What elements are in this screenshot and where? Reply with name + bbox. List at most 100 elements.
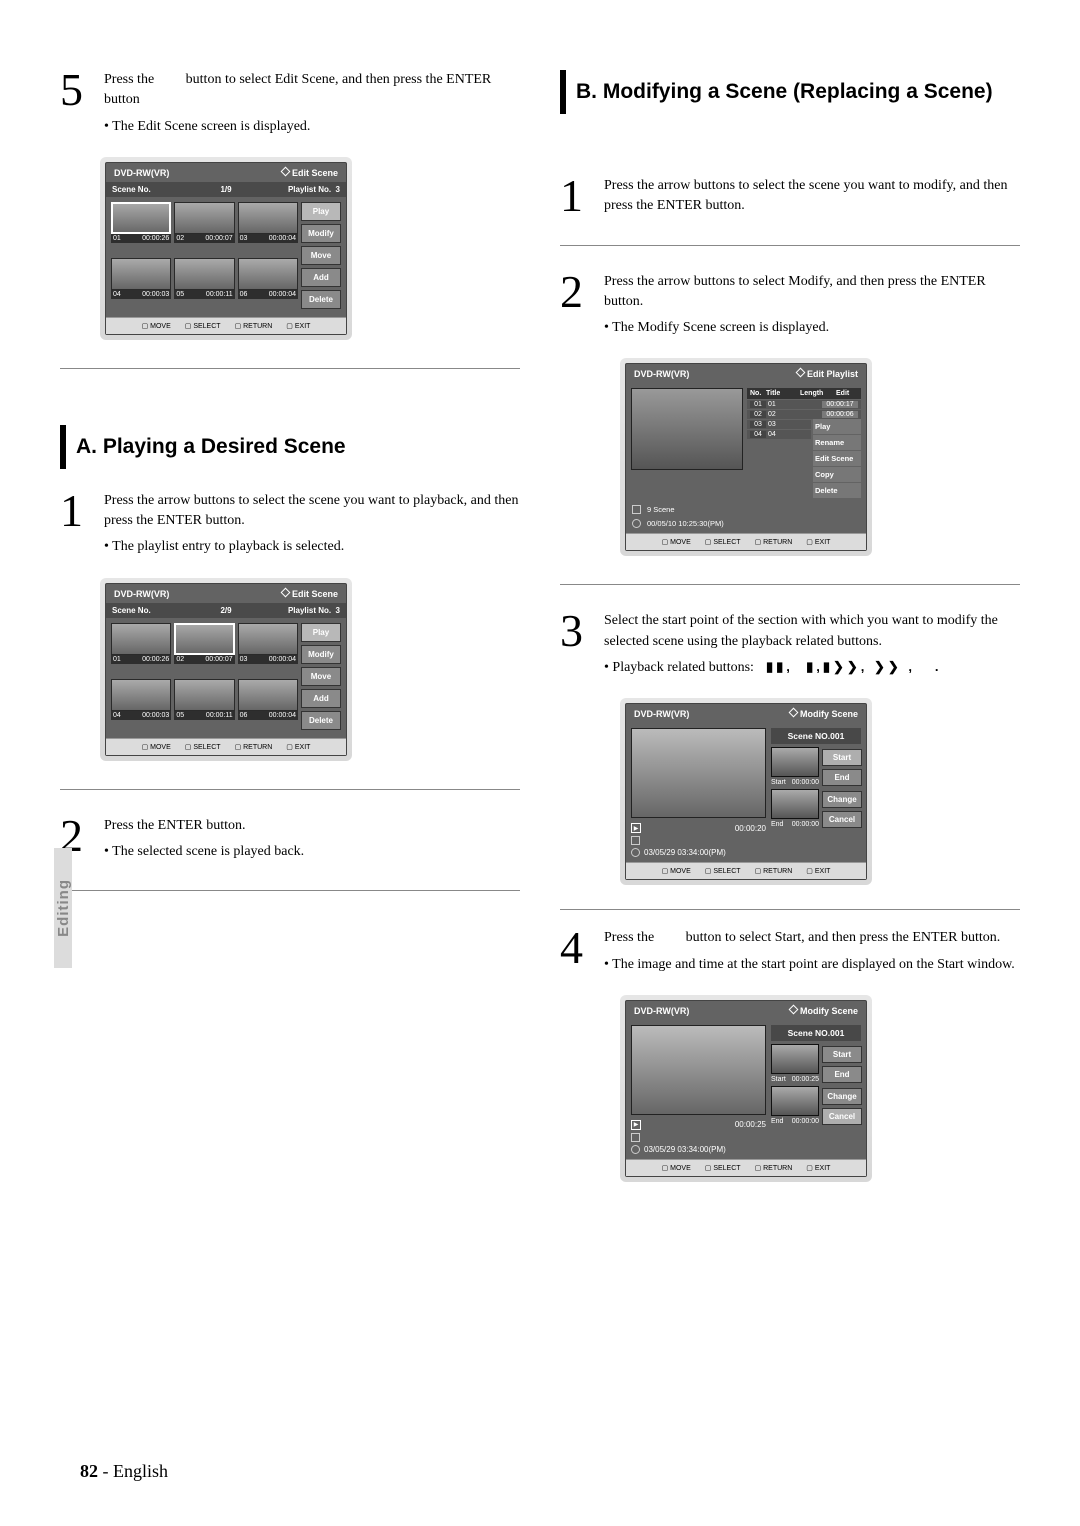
menu-rename[interactable]: Rename: [813, 435, 861, 450]
change-button[interactable]: Change: [822, 1088, 862, 1105]
list-item[interactable]: 0303: [747, 420, 811, 429]
divider: [560, 584, 1020, 585]
change-button[interactable]: Change: [822, 791, 862, 808]
page-number: 82: [80, 1461, 98, 1481]
scene-thumb[interactable]: [174, 258, 234, 290]
section-b-heading: B. Modifying a Scene (Replacing a Scene): [560, 70, 1020, 114]
diamond-icon: [789, 1005, 799, 1015]
screen-title: Edit Scene: [292, 589, 338, 599]
step-number: 4: [560, 928, 590, 975]
heading-bar-icon: [560, 70, 566, 114]
add-button[interactable]: Add: [301, 689, 341, 708]
play-icon: ▶: [631, 823, 641, 833]
modify-button[interactable]: Modify: [301, 645, 341, 664]
page-language: English: [113, 1461, 168, 1481]
modify-scene-screen-1: DVD-RW(VR) Modify Scene ▶00:00:20 03/05/…: [620, 698, 872, 885]
footer-move: MOVE: [142, 322, 171, 330]
list-item[interactable]: 010100:00:17: [747, 400, 861, 409]
scene-counter: 2/9: [206, 606, 246, 615]
preview-image: [631, 1025, 766, 1115]
start-button[interactable]: Start: [822, 749, 862, 766]
divider: [560, 909, 1020, 910]
clock-icon: [631, 848, 640, 857]
delete-button[interactable]: Delete: [301, 711, 341, 730]
preview-image: [631, 388, 743, 470]
play-button[interactable]: Play: [301, 623, 341, 642]
step-1a: 1 Press the arrow buttons to select the …: [60, 491, 520, 558]
scene-no-label: Scene No.: [112, 185, 206, 194]
right-column: B. Modifying a Scene (Replacing a Scene)…: [560, 70, 1020, 1192]
end-thumb: [771, 789, 819, 819]
modify-scene-screen-2: DVD-RW(VR) Modify Scene ▶00:00:25 03/05/…: [620, 995, 872, 1182]
menu-play[interactable]: Play: [813, 419, 861, 434]
scene-thumb[interactable]: [111, 258, 171, 290]
scene-title: Scene NO.001: [771, 728, 861, 744]
menu-edit-scene[interactable]: Edit Scene: [813, 451, 861, 466]
scene-icon: [631, 836, 640, 845]
step4b-bullet: The image and time at the start point ar…: [604, 955, 1020, 975]
menu-delete[interactable]: Delete: [813, 483, 861, 498]
list-item[interactable]: 0404: [747, 430, 811, 439]
step2a-bullet: The selected scene is played back.: [104, 842, 520, 862]
step-2b: 2 Press the arrow buttons to select Modi…: [560, 272, 1020, 339]
scene-icon: [631, 1133, 640, 1142]
list-item[interactable]: 020200:00:06: [747, 410, 861, 419]
scene-thumb[interactable]: [111, 679, 171, 711]
step3b-text: Select the start point of the section wi…: [604, 613, 998, 648]
step-1b: 1 Press the arrow buttons to select the …: [560, 176, 1020, 217]
step-2a: 2 Press the ENTER button. The selected s…: [60, 816, 520, 863]
step-number: 5: [60, 70, 90, 137]
scene-thumb[interactable]: [238, 202, 298, 234]
scene-thumb[interactable]: [111, 623, 171, 655]
page-footer: 82 - English: [80, 1461, 168, 1482]
step-4b: 4 Press the button to select Start, and …: [560, 928, 1020, 975]
divider: [60, 890, 520, 891]
scene-thumb[interactable]: [174, 202, 234, 234]
disc-type: DVD-RW(VR): [114, 589, 169, 599]
scene-thumb[interactable]: [174, 623, 234, 655]
disc-type: DVD-RW(VR): [114, 168, 169, 178]
play-button[interactable]: Play: [301, 202, 341, 221]
footer-select: SELECT: [185, 322, 221, 330]
move-button[interactable]: Move: [301, 667, 341, 686]
footer-return: RETURN: [235, 322, 273, 330]
end-button[interactable]: End: [822, 769, 862, 786]
scene-thumb[interactable]: [238, 679, 298, 711]
edit-scene-screen-1: DVD-RW(VR) Edit Scene Scene No. 1/9 Play…: [100, 157, 352, 340]
diamond-icon: [789, 708, 799, 718]
divider: [560, 245, 1020, 246]
footer-exit: EXIT: [286, 322, 310, 330]
add-button[interactable]: Add: [301, 268, 341, 287]
section-a-heading: A. Playing a Desired Scene: [60, 425, 520, 469]
scene-thumb[interactable]: [238, 623, 298, 655]
delete-button[interactable]: Delete: [301, 290, 341, 309]
cancel-button[interactable]: Cancel: [822, 811, 862, 828]
move-button[interactable]: Move: [301, 246, 341, 265]
left-column: 5 Press the button to select Edit Scene,…: [60, 70, 520, 1192]
side-tab: Editing: [54, 848, 72, 968]
menu-copy[interactable]: Copy: [813, 467, 861, 482]
step5-text1: Press the: [104, 72, 154, 87]
clock-icon: [631, 1145, 640, 1154]
diamond-icon: [796, 368, 806, 378]
cancel-button[interactable]: Cancel: [822, 1108, 862, 1125]
edit-scene-screen-2: DVD-RW(VR) Edit Scene Scene No. 2/9 Play…: [100, 578, 352, 761]
step-5: 5 Press the button to select Edit Scene,…: [60, 70, 520, 137]
step-number: 2: [560, 272, 590, 339]
modify-button[interactable]: Modify: [301, 224, 341, 243]
edit-playlist-screen: DVD-RW(VR) Edit Playlist No. Title Lengt…: [620, 358, 872, 556]
step-number: 1: [560, 176, 590, 217]
end-button[interactable]: End: [822, 1066, 862, 1083]
scene-no-label: Scene No.: [112, 606, 206, 615]
side-tab-label: Editing: [55, 879, 72, 937]
start-button[interactable]: Start: [822, 1046, 862, 1063]
step-number: 1: [60, 491, 90, 558]
blank-button-ref: [158, 72, 183, 87]
scene-thumb[interactable]: [174, 679, 234, 711]
step1a-bullet: The playlist entry to playback is select…: [104, 537, 520, 557]
scene-thumb[interactable]: [238, 258, 298, 290]
step2b-text: Press the arrow buttons to select Modify…: [604, 274, 986, 309]
scene-thumb[interactable]: [111, 202, 171, 234]
play-icon: ▶: [631, 1120, 641, 1130]
start-thumb: [771, 747, 819, 777]
